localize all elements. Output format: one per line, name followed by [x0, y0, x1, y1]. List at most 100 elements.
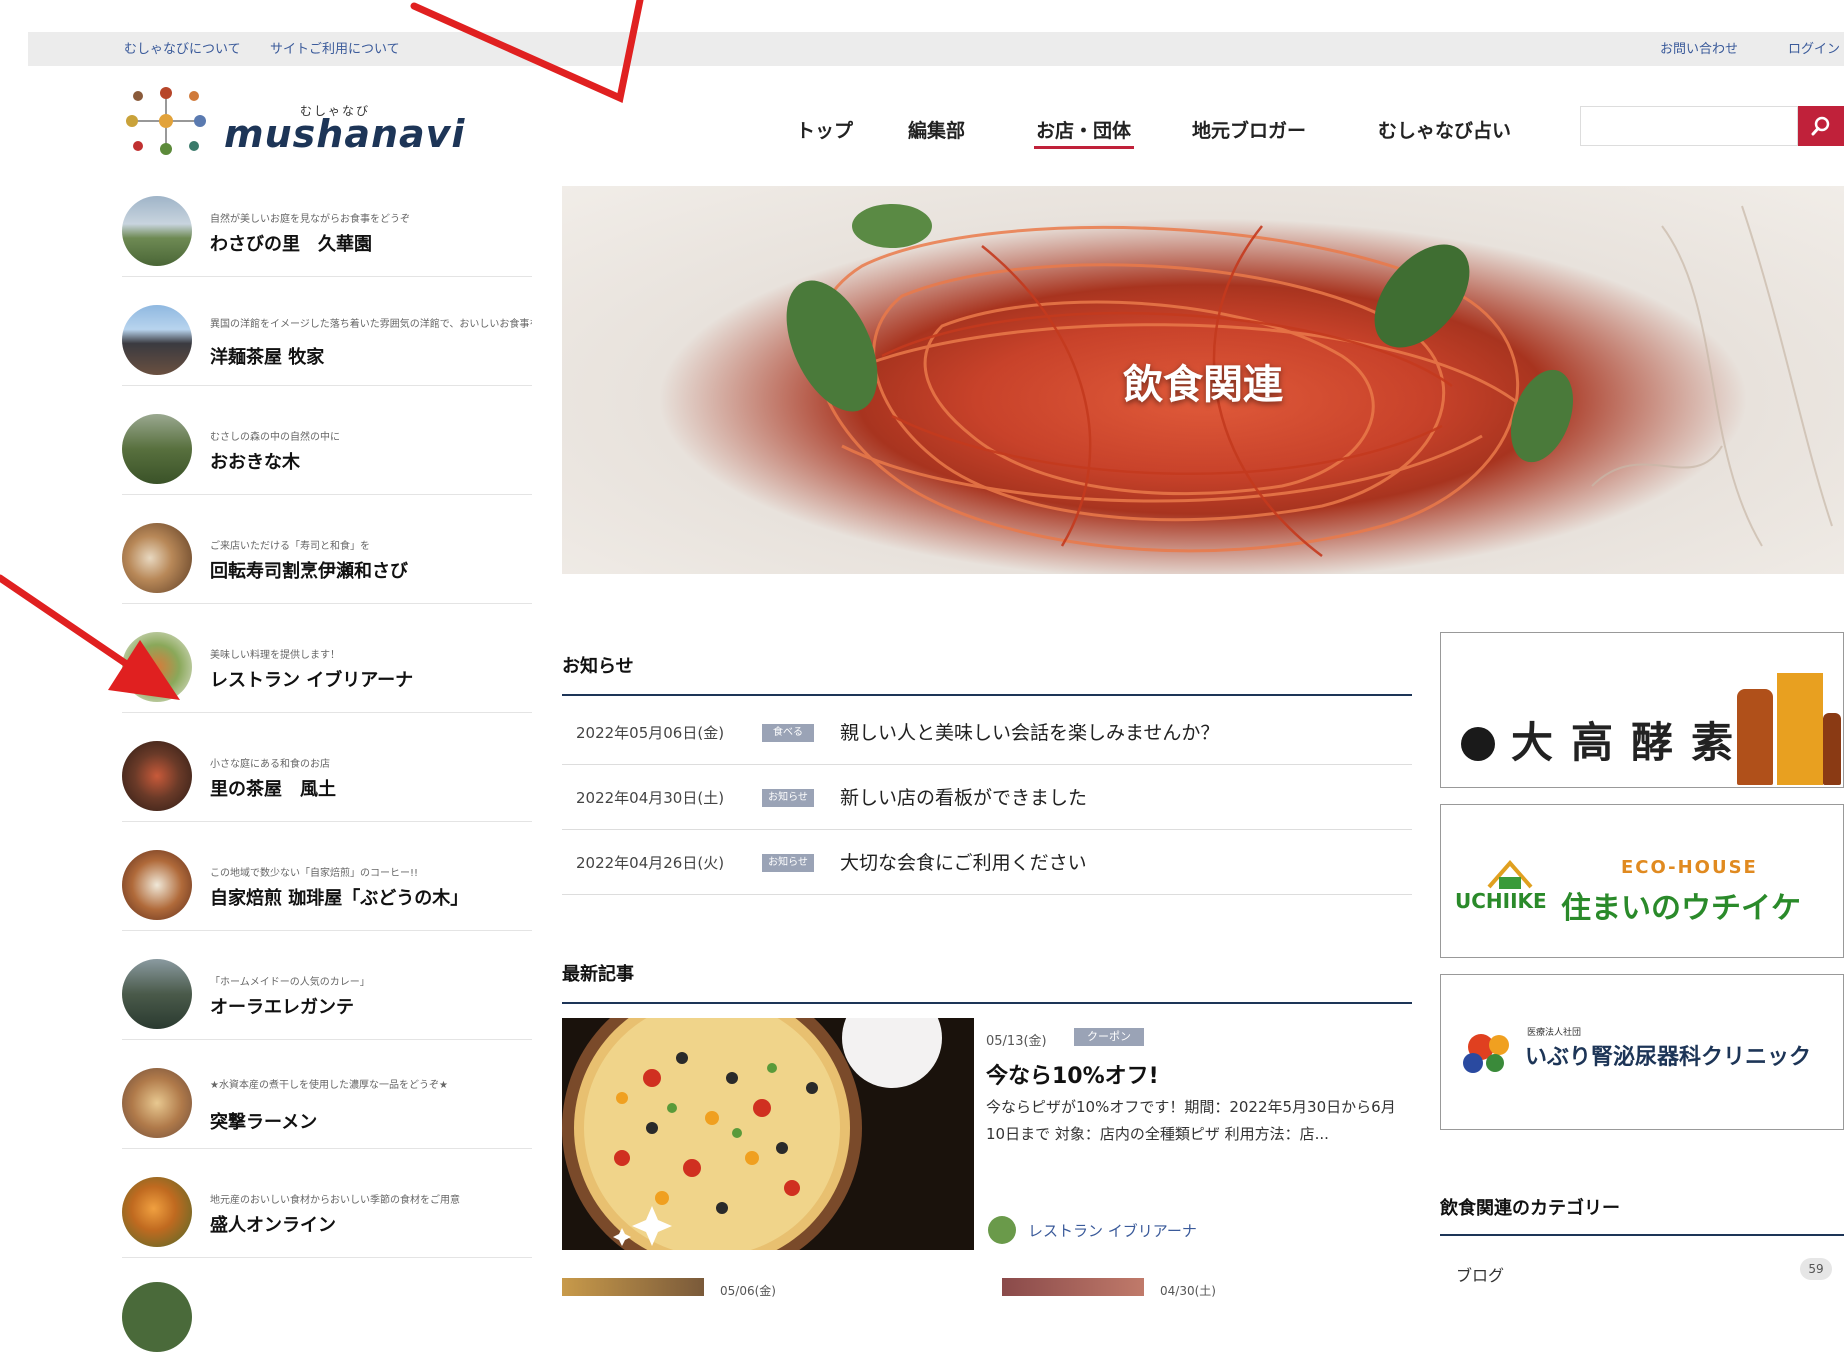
article-shop-link[interactable]: レストラン イブリアーナ — [1028, 1220, 1197, 1241]
sidebar-shop-item[interactable]: むさしの森の中の自然の中に おおきな木 — [122, 402, 532, 495]
sidebar-shop-item[interactable]: ★水資本産の煮干しを使用した濃厚な一品をどうぞ★ 突撃ラーメン — [122, 1056, 532, 1149]
shop-name: 自家焙煎 珈琲屋「ぶどうの木」 — [210, 888, 469, 909]
article-thumbnail[interactable] — [562, 1278, 704, 1296]
shop-thumbnail — [122, 959, 192, 1029]
news-date: 2022年05月06日(金) — [576, 724, 725, 742]
nav-bloggers[interactable]: 地元ブロガー — [1192, 116, 1306, 143]
shop-tagline: ★水資本産の煮干しを使用した濃厚な一品をどうぞ★ — [210, 1080, 448, 1091]
news-title: 親しい人と美味しい会話を楽しみませんか？ — [840, 722, 1220, 744]
clinic-logo-icon — [1463, 1034, 1509, 1073]
shop-thumbnail — [122, 850, 192, 920]
shop-thumbnail[interactable] — [122, 1282, 192, 1352]
bottle-small-icon — [1823, 713, 1841, 785]
ad-banner-otaka-koso[interactable]: 大高酵素 — [1440, 632, 1844, 788]
shop-name: オーラエレガンテ — [210, 997, 354, 1018]
ad-banner-uchiike[interactable]: UCHIIKE ECO-HOUSE 住まいのウチイケ — [1440, 804, 1844, 958]
sidebar-shop-item[interactable]: 自然が美しいお庭を見ながらお食事をどうぞ わさびの里 久華園 — [122, 184, 532, 277]
shop-thumbnail — [122, 414, 192, 484]
ad-eco-house: ECO-HOUSE — [1621, 857, 1758, 878]
hero-title: 飲食関連 — [1123, 362, 1283, 408]
ad-banner-ibri-clinic[interactable]: 医療法人社団 いぶり腎泌尿器科クリニック — [1440, 974, 1844, 1130]
search-input[interactable] — [1580, 106, 1798, 146]
ad-small-text: 医療法人社団 — [1527, 1028, 1582, 1038]
shop-tagline: 美味しい料理を提供します！ — [210, 650, 340, 661]
shop-tagline: むさしの森の中の自然の中に — [210, 432, 340, 443]
news-rule — [562, 694, 1412, 696]
shop-thumbnail — [122, 523, 192, 593]
category-rule — [1440, 1234, 1844, 1236]
news-title: 新しい店の看板ができました — [840, 787, 1088, 809]
about-link[interactable]: むしゃなびについて — [124, 38, 241, 57]
news-item[interactable]: 2022年04月30日(土) お知らせ 新しい店の看板ができました — [562, 765, 1412, 830]
news-item[interactable]: 2022年05月06日(金) 食べる 親しい人と美味しい会話を楽しみませんか？ — [562, 700, 1412, 765]
logo-text[interactable]: mushanavi — [224, 112, 465, 156]
category-item-blog[interactable]: ブログ — [1456, 1262, 1504, 1286]
shop-thumbnail — [122, 196, 192, 266]
nav-top[interactable]: トップ — [796, 116, 853, 143]
news-badge: 食べる — [762, 724, 814, 742]
sidebar-shop-item[interactable]: ご来店いただける「寿司と和食」を 回転寿司割烹伊瀬和さび — [122, 511, 532, 604]
sidebar-shop-item[interactable]: 小さな庭にある和食のお店 里の茶屋 風土 — [122, 729, 532, 822]
category-count-badge: 59 — [1800, 1258, 1832, 1280]
contact-link[interactable]: お問い合わせ — [1660, 38, 1738, 57]
logo-mark-icon[interactable] — [122, 84, 210, 158]
ad-text: いぶり腎泌尿器科クリニック — [1525, 1045, 1812, 1070]
shop-tagline: ご来店いただける「寿司と和食」を — [210, 541, 370, 552]
news-badge: お知らせ — [762, 854, 814, 872]
nav-editorial[interactable]: 編集部 — [908, 116, 965, 143]
shop-thumbnail — [122, 741, 192, 811]
news-item[interactable]: 2022年04月26日(火) お知らせ 大切な会食にご利用ください — [562, 830, 1412, 895]
pizza-image — [562, 1018, 942, 1250]
sidebar-shop-item[interactable]: 異国の洋館をイメージした落ち着いた雰囲気の洋館で、おいしいお食事をお楽しみ 洋麺… — [122, 293, 532, 386]
news-badge: お知らせ — [762, 789, 814, 807]
shop-tagline: この地域で数少ない「自家焙煎」のコーヒー!! — [210, 868, 419, 879]
hero-banner: 飲食関連 — [562, 186, 1844, 574]
search-button[interactable] — [1798, 106, 1844, 146]
nav-fortune[interactable]: むしゃなび占い — [1378, 116, 1511, 143]
shop-name: 洋麺茶屋 牧家 — [210, 347, 325, 368]
ad-brand: UCHIIKE — [1455, 889, 1547, 913]
article-date: 05/06(金) — [720, 1284, 776, 1298]
sidebar-shop-item[interactable]: 地元産のおいしい食材からおいしい季節の食材をご用意 盛人オンライン — [122, 1165, 532, 1258]
nav-active-indicator — [1034, 146, 1134, 149]
login-link[interactable]: ログイン — [1788, 38, 1840, 57]
shop-name: おおきな木 — [210, 452, 300, 473]
article-thumbnail[interactable] — [1002, 1278, 1144, 1296]
shop-name: わさびの里 久華園 — [210, 234, 372, 255]
news-title: 大切な会食にご利用ください — [840, 852, 1087, 874]
shop-thumbnail — [122, 305, 192, 375]
news-heading: お知らせ — [562, 656, 634, 677]
sidebar-shop-item[interactable]: 美味しい料理を提供します！ レストラン イブリアーナ — [122, 620, 532, 713]
shop-name: 回転寿司割烹伊瀬和さび — [210, 561, 408, 582]
news-date: 2022年04月26日(火) — [576, 854, 725, 872]
box-icon — [1777, 673, 1823, 785]
article-title[interactable]: 今なら10%オフ! — [986, 1058, 1159, 1090]
latest-heading: 最新記事 — [562, 964, 634, 985]
article-badge: クーポン — [1074, 1028, 1144, 1046]
shop-name: 突撃ラーメン — [210, 1112, 318, 1133]
sidebar-shop-item[interactable]: この地域で数少ない「自家焙煎」のコーヒー!! 自家焙煎 珈琲屋「ぶどうの木」 — [122, 838, 532, 931]
shop-tagline: 地元産のおいしい食材からおいしい季節の食材をご用意 — [210, 1195, 460, 1206]
article-excerpt: 今ならピザが10%オフです！期間：2022年5月30日から6月10日まで 対象：… — [986, 1098, 1396, 1143]
ad-text: 住まいのウチイケ — [1561, 891, 1801, 926]
nav-shops[interactable]: お店・団体 — [1036, 116, 1131, 143]
shop-tagline: 「ホームメイドーの人気のカレー」 — [210, 977, 370, 988]
shop-name: 里の茶屋 風土 — [210, 779, 336, 800]
shop-thumbnail — [122, 1068, 192, 1138]
shop-thumbnail — [122, 1177, 192, 1247]
sidebar-shop-item[interactable]: 「ホームメイドーの人気のカレー」 オーラエレガンテ — [122, 947, 532, 1040]
latest-rule — [562, 1002, 1412, 1004]
shop-thumbnail — [122, 632, 192, 702]
shop-name: 盛人オンライン — [210, 1215, 336, 1236]
usage-link[interactable]: サイトご利用について — [270, 38, 400, 57]
shop-tagline: 自然が美しいお庭を見ながらお食事をどうぞ — [210, 214, 410, 225]
bottle-icon — [1737, 689, 1773, 785]
category-heading: 飲食関連のカテゴリー — [1440, 1198, 1620, 1219]
news-date: 2022年04月30日(土) — [576, 789, 725, 807]
shop-tagline: 小さな庭にある和食のお店 — [210, 759, 330, 770]
article-date: 05/13(金) — [986, 1034, 1047, 1049]
shop-name: レストラン イブリアーナ — [210, 670, 414, 691]
article-thumbnail[interactable] — [562, 1018, 974, 1250]
article-date: 04/30(土) — [1160, 1284, 1216, 1298]
search-icon — [1811, 116, 1830, 136]
